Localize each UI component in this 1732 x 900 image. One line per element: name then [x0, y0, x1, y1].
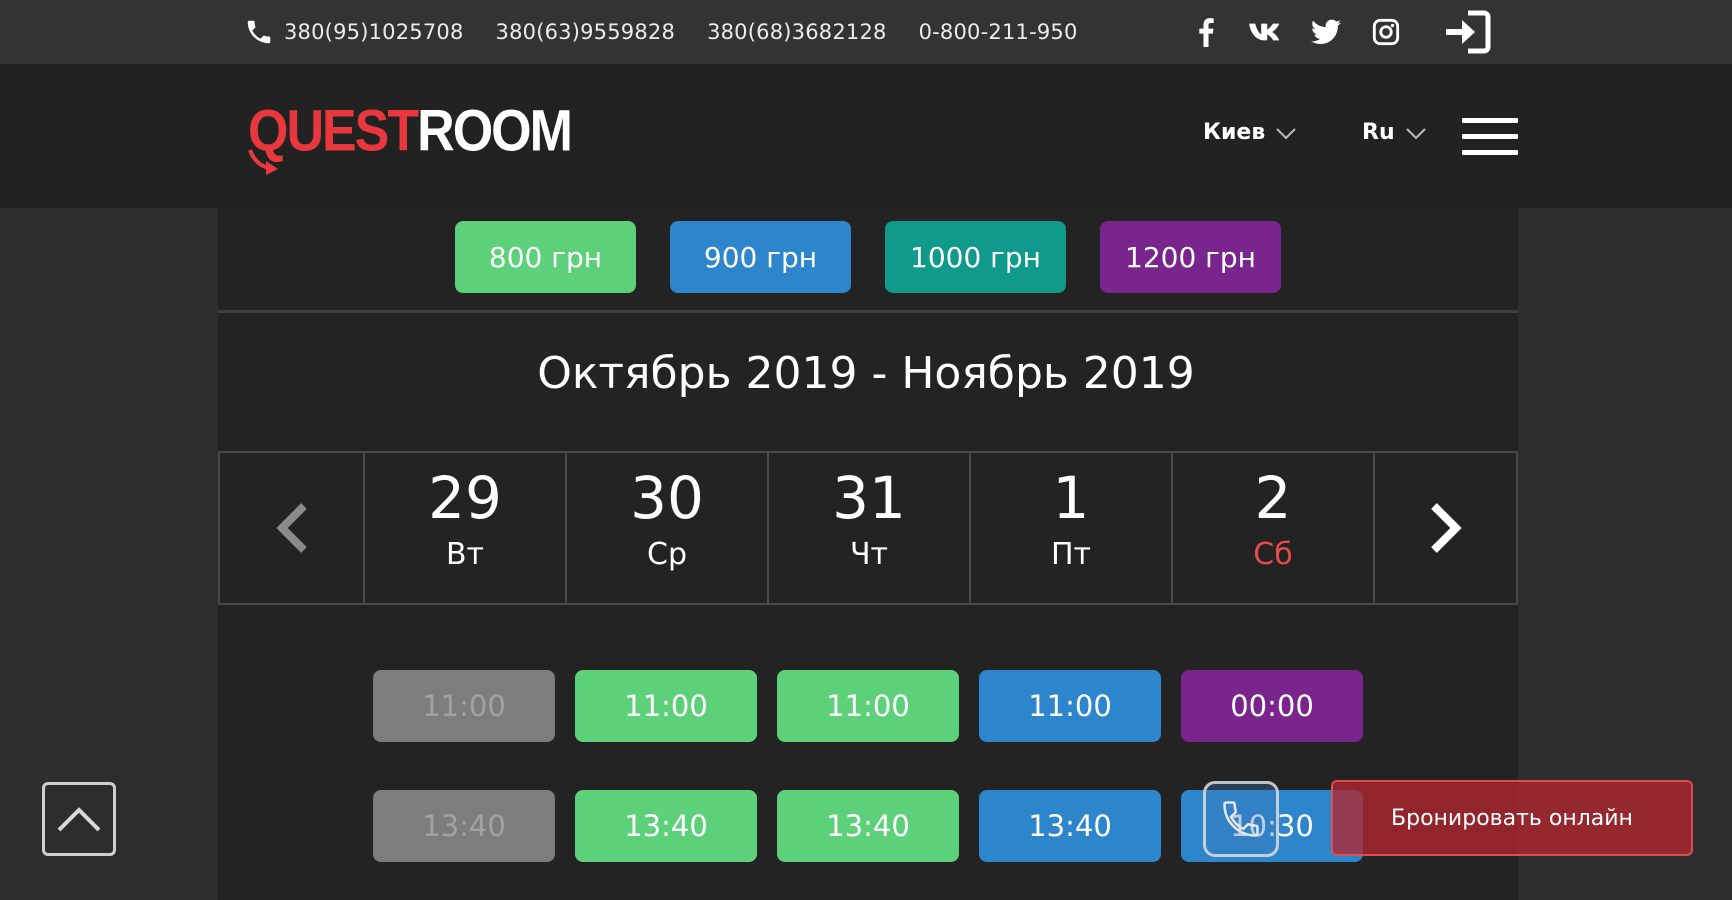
day-cell[interactable]: 29 Вт — [363, 453, 565, 603]
price-tag-1200: 1200 грн — [1100, 221, 1281, 293]
day-number: 2 — [1254, 464, 1292, 532]
prev-days-button[interactable] — [220, 453, 363, 603]
next-days-button[interactable] — [1373, 453, 1516, 603]
time-slot[interactable]: 11:00 — [373, 670, 555, 742]
day-number: 31 — [832, 464, 906, 532]
date-strip: 29 Вт 30 Ср 31 Чт 1 Пт 2 Сб — [218, 451, 1518, 605]
phone-icon — [244, 16, 276, 48]
day-cell[interactable]: 31 Чт — [767, 453, 969, 603]
phone-number-1[interactable]: 380(95)1025708 — [284, 20, 464, 44]
day-cell[interactable]: 1 Пт — [969, 453, 1171, 603]
time-slot[interactable]: 13:40 — [979, 790, 1161, 862]
top-bar: 380(95)1025708 380(63)9559828 380(68)368… — [0, 0, 1732, 64]
chevron-left-icon — [275, 503, 307, 553]
facebook-icon[interactable] — [1176, 12, 1236, 52]
month-title: Октябрь 2019 - Ноябрь 2019 — [537, 348, 1195, 399]
city-dropdown[interactable]: Киев — [1203, 120, 1297, 145]
twitter-icon[interactable] — [1296, 12, 1356, 52]
day-number: 29 — [428, 464, 502, 532]
divider — [218, 310, 1518, 313]
phone-number-2[interactable]: 380(63)9559828 — [496, 20, 676, 44]
day-number: 30 — [630, 464, 704, 532]
day-weekday: Вт — [445, 537, 485, 572]
price-tag-900: 900 грн — [670, 221, 851, 293]
time-slot[interactable]: 13:40 — [777, 790, 959, 862]
instagram-icon[interactable] — [1356, 12, 1416, 52]
chevron-down-icon — [1276, 127, 1296, 139]
day-number: 1 — [1052, 464, 1090, 532]
logo-arrow-icon — [248, 149, 278, 175]
vk-icon[interactable] — [1236, 12, 1296, 52]
chevron-up-icon — [57, 807, 101, 832]
time-slot[interactable]: 11:00 — [777, 670, 959, 742]
phone-icon — [1223, 801, 1259, 837]
day-cell[interactable]: 30 Ср — [565, 453, 767, 603]
price-tag-1000: 1000 грн — [885, 221, 1066, 293]
language-label: Ru — [1362, 120, 1395, 145]
day-weekday: Ср — [647, 537, 687, 572]
chevron-down-icon — [1405, 127, 1426, 139]
login-icon[interactable] — [1442, 9, 1492, 55]
time-slot[interactable]: 13:40 — [575, 790, 757, 862]
time-slot[interactable]: 11:00 — [979, 670, 1161, 742]
day-cell[interactable]: 2 Сб — [1171, 453, 1373, 603]
time-slot[interactable]: 13:40 — [373, 790, 555, 862]
phone-number-3[interactable]: 380(68)3682128 — [707, 20, 887, 44]
menu-icon[interactable] — [1462, 118, 1518, 162]
social-links — [1176, 0, 1416, 64]
chevron-right-icon — [1430, 503, 1462, 553]
price-tag-800: 800 грн — [455, 221, 636, 293]
language-dropdown[interactable]: Ru — [1362, 120, 1427, 145]
day-weekday: Сб — [1253, 537, 1293, 572]
time-slot[interactable]: 11:00 — [575, 670, 757, 742]
phone-list: 380(95)1025708 380(63)9559828 380(68)368… — [244, 0, 1110, 64]
logo-room: ROOM — [417, 99, 573, 165]
callback-button[interactable] — [1203, 781, 1279, 857]
book-online-button[interactable]: Бронировать онлайн — [1331, 780, 1693, 856]
day-weekday: Чт — [849, 537, 889, 572]
price-legend: 800 грн 900 грн 1000 грн 1200 грн — [218, 208, 1518, 310]
phone-number-4[interactable]: 0-800-211-950 — [919, 20, 1078, 44]
day-weekday: Пт — [1050, 537, 1092, 572]
time-slot[interactable]: 00:00 — [1181, 670, 1363, 742]
city-label: Киев — [1203, 120, 1266, 145]
scroll-to-top-button[interactable] — [42, 782, 116, 856]
